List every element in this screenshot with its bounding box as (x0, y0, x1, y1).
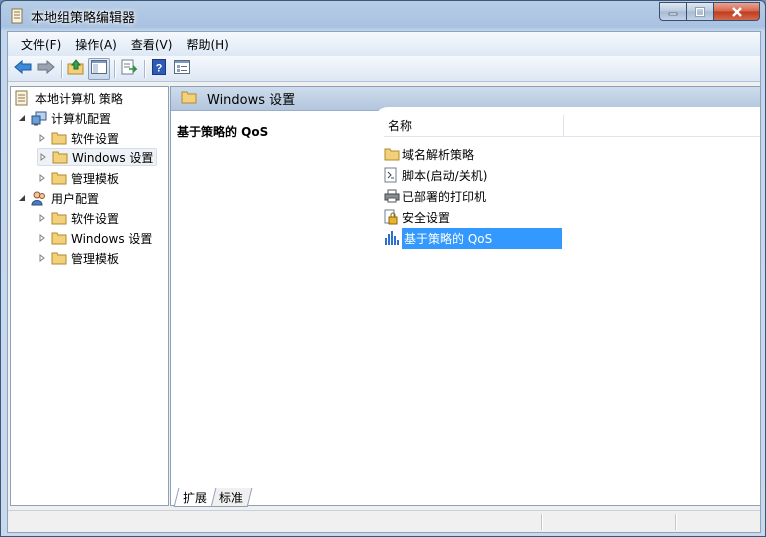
folder-icon (52, 149, 68, 165)
show-hide-tree-button[interactable] (88, 57, 110, 80)
main-window: 本地组策略编辑器 文件(F) 操作(A) 查看(V) 帮助(H) ? 本地计算机… (0, 0, 766, 537)
menu-view[interactable]: 查看(V) (124, 34, 180, 55)
minimize-button[interactable] (659, 2, 686, 21)
folder-icon (51, 210, 67, 226)
collapse-arrow-icon[interactable] (17, 113, 27, 123)
expand-arrow-icon[interactable] (37, 213, 47, 223)
tab-standard[interactable]: 标准 (209, 488, 253, 507)
title-bar[interactable]: 本地组策略编辑器 (1, 1, 765, 31)
expand-arrow-icon[interactable] (37, 133, 47, 143)
details-header-title: Windows 设置 (207, 93, 296, 108)
tree-node-user-software-settings[interactable]: 软件设置 (37, 209, 119, 227)
computer-icon (31, 110, 47, 126)
items-list[interactable]: 名称 域名解析策略 脚本(启动/关机) 已部署的打印机 安全设置 基于策略的 Q… (374, 107, 760, 505)
users-icon (31, 190, 47, 206)
policy-editor-app-icon (9, 8, 25, 24)
svg-text:?: ? (156, 63, 163, 75)
tree-node-root[interactable]: 本地计算机 策略 (15, 89, 123, 107)
up-folder-icon (67, 59, 85, 78)
caption-buttons (659, 2, 760, 21)
expand-arrow-icon[interactable] (38, 152, 48, 162)
menu-help[interactable]: 帮助(H) (179, 34, 235, 55)
folder-icon (51, 230, 67, 246)
toolbar-separator (61, 59, 62, 78)
list-item-label: 已部署的打印机 (402, 189, 487, 204)
client-area: 文件(F) 操作(A) 查看(V) 帮助(H) ? 本地计算机 策略 计算机配置… (7, 31, 761, 533)
tree-node-user-admin-templates[interactable]: 管理模板 (37, 249, 119, 267)
script-icon (384, 167, 400, 183)
tree-node-computer-config[interactable]: 计算机配置 (17, 109, 111, 127)
security-icon (384, 209, 400, 225)
toolbar-separator (144, 59, 145, 78)
tree-node-computer-admin-templates[interactable]: 管理模板 (37, 169, 119, 187)
forward-icon (37, 59, 55, 77)
menu-file[interactable]: 文件(F) (14, 34, 68, 55)
tree-node-label: Windows 设置 (71, 231, 153, 246)
list-item-policy-based-qos[interactable]: 基于策略的 QoS (384, 227, 562, 249)
tab-extended[interactable]: 扩展 (173, 488, 217, 507)
show-hide-tree-icon (91, 60, 107, 77)
column-header-name[interactable]: 名称 (384, 115, 564, 136)
tab-label: 扩展 (183, 491, 208, 505)
list-item-scripts[interactable]: 脚本(启动/关机) (384, 165, 487, 185)
close-button[interactable] (713, 2, 760, 21)
export-list-icon (121, 59, 138, 78)
view-tabs: 扩展 标准 (170, 488, 253, 508)
policy-document-icon (15, 90, 31, 106)
folder-icon (384, 146, 400, 162)
tree-node-computer-windows-settings[interactable]: Windows 设置 (37, 148, 158, 166)
toolbar: ? (8, 56, 760, 82)
list-item-label: 安全设置 (402, 210, 451, 225)
description-title: 基于策略的 QoS (177, 125, 269, 139)
column-header: 名称 (384, 115, 760, 137)
properties-view-button[interactable] (171, 58, 193, 80)
expand-arrow-icon[interactable] (37, 233, 47, 243)
folder-icon (51, 170, 67, 186)
printer-icon (384, 188, 400, 204)
window-title: 本地组策略编辑器 (31, 11, 136, 26)
tree-node-label: Windows 设置 (72, 150, 154, 165)
toolbar-separator (114, 59, 115, 78)
folder-icon (181, 90, 197, 107)
details-pane: Windows 设置 基于策略的 QoS 名称 域名解析策略 脚本(启动/关机)… (170, 86, 761, 506)
tree-node-computer-software-settings[interactable]: 软件设置 (37, 129, 119, 147)
export-list-button[interactable] (118, 58, 140, 80)
tree-node-user-config[interactable]: 用户配置 (17, 189, 99, 207)
collapse-arrow-icon[interactable] (17, 193, 27, 203)
forward-button[interactable] (35, 58, 57, 80)
status-bar (8, 510, 760, 532)
tree-node-label: 本地计算机 策略 (35, 91, 123, 106)
list-item-label: 基于策略的 QoS (402, 227, 562, 249)
maximize-button[interactable] (686, 2, 713, 21)
back-button[interactable] (12, 58, 34, 80)
help-button[interactable]: ? (148, 58, 170, 80)
menu-bar: 文件(F) 操作(A) 查看(V) 帮助(H) (8, 32, 760, 56)
tree-node-label: 管理模板 (71, 251, 120, 266)
back-icon (14, 59, 32, 77)
status-bar-separator (541, 514, 542, 530)
folder-icon (51, 250, 67, 266)
list-item-label: 域名解析策略 (402, 147, 475, 162)
menu-action[interactable]: 操作(A) (68, 34, 124, 55)
tree-node-label: 软件设置 (71, 131, 120, 146)
qos-chart-icon (384, 230, 400, 246)
expand-arrow-icon[interactable] (37, 253, 47, 263)
tree-pane[interactable]: 本地计算机 策略 计算机配置 软件设置 Windows 设置 管理模板 用户配置… (10, 86, 169, 506)
list-item-deployed-printers[interactable]: 已部署的打印机 (384, 186, 486, 206)
tab-label: 标准 (219, 491, 244, 505)
properties-view-icon (174, 60, 190, 77)
folder-icon (51, 130, 67, 146)
tree-node-label: 用户配置 (51, 191, 100, 206)
list-item-dns-policy[interactable]: 域名解析策略 (384, 144, 474, 164)
expand-arrow-icon[interactable] (37, 173, 47, 183)
up-one-level-button[interactable] (65, 58, 87, 80)
tree-node-label: 计算机配置 (51, 111, 112, 126)
tree-node-label: 管理模板 (71, 171, 120, 186)
tree-node-label: 软件设置 (71, 211, 120, 226)
status-bar-separator (675, 514, 676, 530)
help-icon: ? (152, 59, 166, 78)
list-item-security-settings[interactable]: 安全设置 (384, 207, 450, 227)
list-item-label: 脚本(启动/关机) (402, 168, 488, 183)
tree-node-user-windows-settings[interactable]: Windows 设置 (37, 229, 152, 247)
